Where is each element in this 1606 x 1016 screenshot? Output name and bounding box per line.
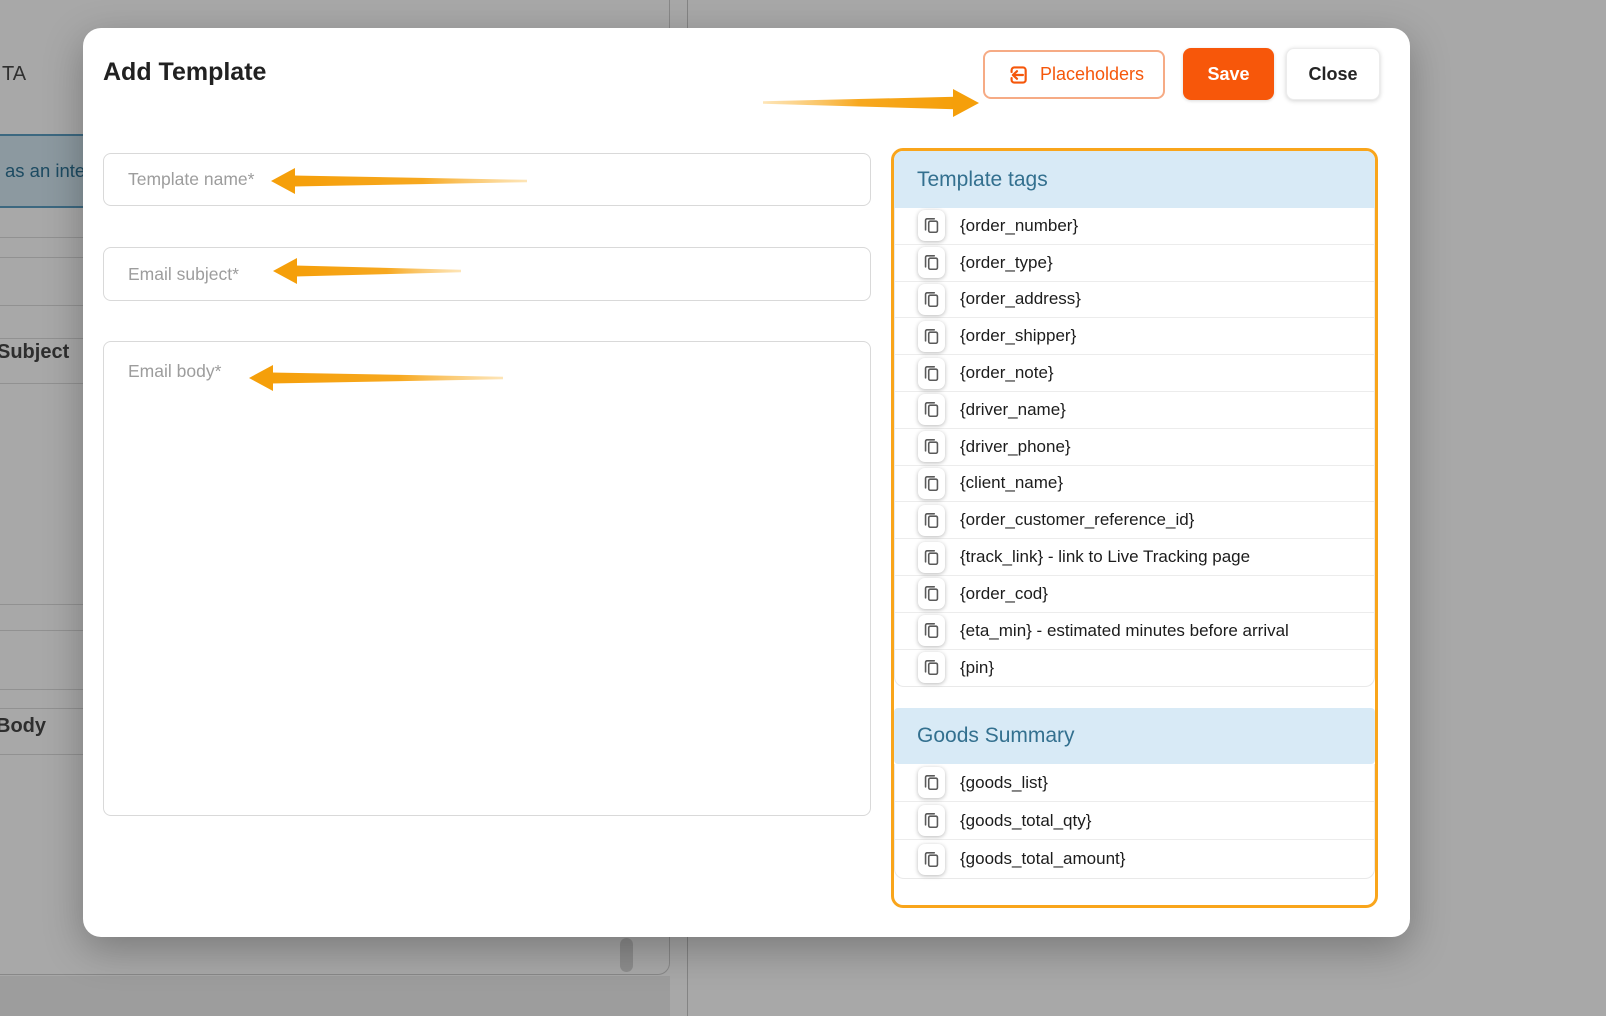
tag-label: {eta_min} - estimated minutes before arr… — [960, 620, 1289, 640]
copy-button[interactable] — [918, 357, 945, 389]
tag-label: {track_link} - link to Live Tracking pag… — [960, 547, 1251, 567]
copy-icon — [924, 512, 939, 528]
tag-row: {goods_total_amount} — [895, 840, 1374, 878]
tag-row: {order_cod} — [895, 576, 1374, 613]
email-subject-input[interactable] — [103, 247, 871, 301]
copy-icon — [924, 623, 939, 639]
copy-button[interactable] — [918, 504, 945, 536]
copy-button[interactable] — [918, 767, 945, 799]
tag-row: {goods_total_qty} — [895, 802, 1374, 841]
insert-placeholder-icon — [1010, 65, 1027, 84]
copy-icon — [924, 549, 939, 565]
tag-label: {goods_total_qty} — [960, 810, 1092, 830]
tag-row: {driver_phone} — [895, 429, 1374, 466]
save-button-label: Save — [1207, 63, 1250, 84]
copy-button[interactable] — [918, 578, 945, 610]
close-button[interactable]: Close — [1286, 48, 1380, 100]
tag-row: {order_shipper} — [895, 318, 1374, 356]
tag-row: {track_link} - link to Live Tracking pag… — [895, 539, 1374, 576]
goods-summary-header: Goods Summary — [894, 708, 1375, 765]
tag-label: {pin} — [960, 657, 995, 677]
copy-button[interactable] — [918, 805, 945, 837]
tag-row: {pin} — [895, 650, 1374, 687]
copy-button[interactable] — [918, 247, 945, 279]
copy-icon — [924, 660, 939, 676]
modal-title: Add Template — [103, 58, 267, 86]
placeholders-button[interactable]: Placeholders — [983, 50, 1165, 99]
copy-icon — [924, 218, 939, 234]
copy-icon — [924, 255, 939, 271]
goods-summary-list: {goods_list} {goods_total_qty} {goods_to… — [894, 764, 1375, 880]
copy-button[interactable] — [918, 652, 945, 684]
placeholders-button-label: Placeholders — [1039, 64, 1145, 84]
copy-button[interactable] — [918, 320, 945, 352]
tag-label: {order_shipper} — [960, 326, 1077, 346]
copy-button[interactable] — [918, 210, 945, 242]
tag-row: {goods_list} — [895, 764, 1374, 803]
add-template-modal: Add Template Placeholders Save Close Tem… — [83, 28, 1410, 937]
tag-row: {driver_name} — [895, 392, 1374, 429]
tag-label: {order_address} — [960, 289, 1081, 309]
tag-row: {order_address} — [895, 282, 1374, 319]
template-tags-list: {order_number} {order_type} {order_addre… — [894, 208, 1375, 688]
tag-label: {driver_name} — [960, 399, 1066, 419]
tag-row: {client_name} — [895, 466, 1374, 503]
tag-label: {client_name} — [960, 473, 1064, 493]
page-background: TA as an inte Subject Body Add Template — [0, 0, 1606, 1016]
copy-icon — [924, 851, 939, 867]
tag-row: {order_customer_reference_id} — [895, 502, 1374, 540]
copy-icon — [924, 402, 939, 418]
save-button[interactable]: Save — [1183, 48, 1274, 100]
tag-label: {driver_phone} — [960, 436, 1071, 456]
tag-row: {eta_min} - estimated minutes before arr… — [895, 613, 1374, 650]
copy-button[interactable] — [918, 394, 945, 426]
tag-label: {goods_list} — [960, 772, 1048, 792]
email-body-textarea[interactable] — [103, 341, 871, 816]
tag-label: {order_number} — [960, 215, 1079, 235]
template-name-input[interactable] — [103, 153, 871, 206]
copy-icon — [924, 365, 939, 381]
tag-row: {order_number} — [895, 208, 1374, 245]
tag-row: {order_note} — [895, 355, 1374, 392]
copy-icon — [924, 439, 939, 455]
tag-label: {order_note} — [960, 363, 1054, 383]
copy-icon — [924, 775, 939, 791]
close-button-label: Close — [1308, 63, 1358, 84]
annotation-arrow-placeholders — [763, 89, 979, 117]
tag-label: {goods_total_amount} — [960, 849, 1126, 869]
tag-label: {order_cod} — [960, 583, 1048, 603]
copy-button[interactable] — [918, 541, 945, 573]
copy-button[interactable] — [918, 615, 945, 647]
template-tags-header: Template tags — [894, 151, 1375, 208]
template-tags-panel: Template tags {order_number} {order_type… — [891, 148, 1378, 908]
tag-label: {order_customer_reference_id} — [960, 510, 1195, 530]
copy-button[interactable] — [918, 283, 945, 315]
copy-icon — [924, 813, 939, 829]
copy-icon — [924, 586, 939, 602]
copy-icon — [924, 291, 939, 308]
copy-icon — [924, 328, 939, 344]
copy-button[interactable] — [918, 467, 945, 499]
tag-label: {order_type} — [960, 252, 1053, 272]
tag-row: {order_type} — [895, 245, 1374, 282]
copy-button[interactable] — [918, 843, 945, 875]
copy-button[interactable] — [918, 431, 945, 463]
copy-icon — [924, 475, 939, 491]
